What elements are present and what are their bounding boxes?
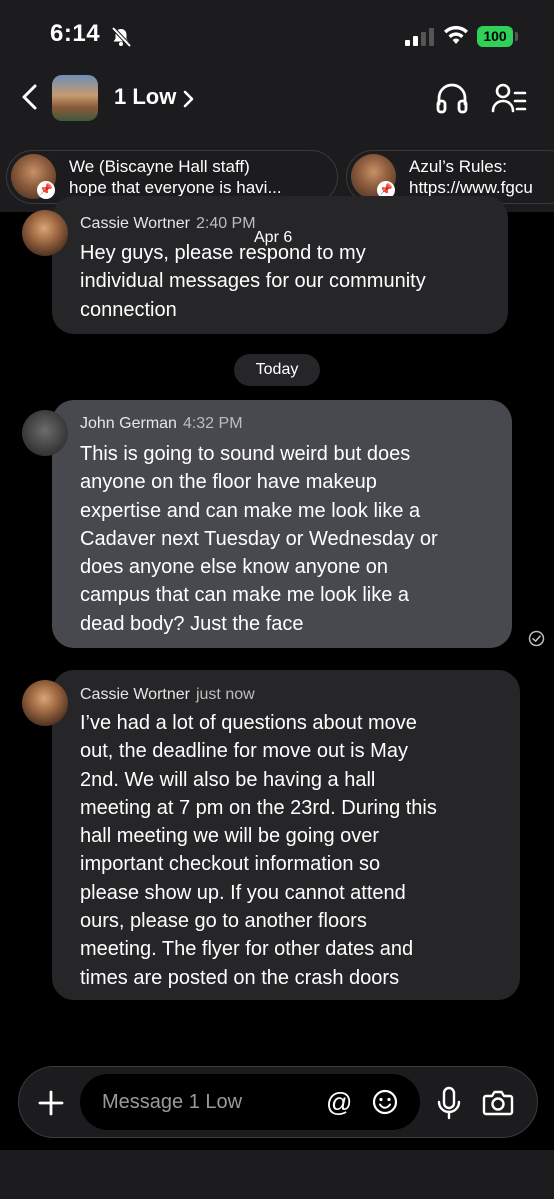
avatar[interactable] (22, 680, 68, 726)
message-input-placeholder: Message 1 Low (102, 1091, 243, 1113)
avatar[interactable] (22, 410, 68, 456)
people-icon[interactable] (490, 80, 528, 116)
pinned-line-2: https://www.fgcu (409, 178, 533, 197)
mention-icon[interactable]: @ (326, 1089, 352, 1115)
message-sender: Cassie Wortner just now (80, 686, 255, 703)
avatar[interactable] (22, 210, 68, 256)
pinned-line-1: Azul’s Rules: (409, 157, 507, 176)
plus-icon[interactable] (38, 1090, 64, 1116)
pinned-line-1: We (Biscayne Hall staff) (69, 157, 250, 176)
emoji-icon[interactable] (372, 1089, 398, 1115)
signal-icon (405, 28, 434, 46)
headphones-icon[interactable] (434, 80, 470, 116)
date-separator: Apr 6 (254, 229, 293, 246)
group-avatar[interactable] (52, 75, 98, 121)
camera-icon[interactable] (482, 1088, 514, 1116)
message-sender: John German 4:32 PM (80, 415, 243, 432)
message-sender: Cassie Wortner 2:40 PM (80, 215, 256, 232)
status-time: 6:14 (50, 20, 101, 47)
bell-slash-icon (111, 26, 132, 48)
bottom-area (0, 1150, 554, 1199)
battery-indicator: 100 (477, 26, 513, 47)
group-name[interactable]: 1 Low (114, 84, 176, 110)
pinned-line-2: hope that everyone is havi... (69, 178, 282, 197)
message-text: This is going to sound weird but does an… (80, 443, 438, 635)
wifi-icon (444, 25, 468, 44)
chevron-right-icon[interactable] (180, 88, 196, 110)
back-chevron-icon[interactable] (16, 80, 46, 114)
message-text: Hey guys, please respond to my individua… (80, 242, 426, 321)
message-text: I’ve had a lot of questions about move o… (80, 712, 437, 989)
seen-check-icon (528, 630, 545, 647)
today-label: Today (234, 354, 320, 386)
battery-nub (515, 32, 518, 41)
microphone-icon[interactable] (436, 1086, 462, 1120)
pin-icon: 📌 (37, 181, 55, 199)
